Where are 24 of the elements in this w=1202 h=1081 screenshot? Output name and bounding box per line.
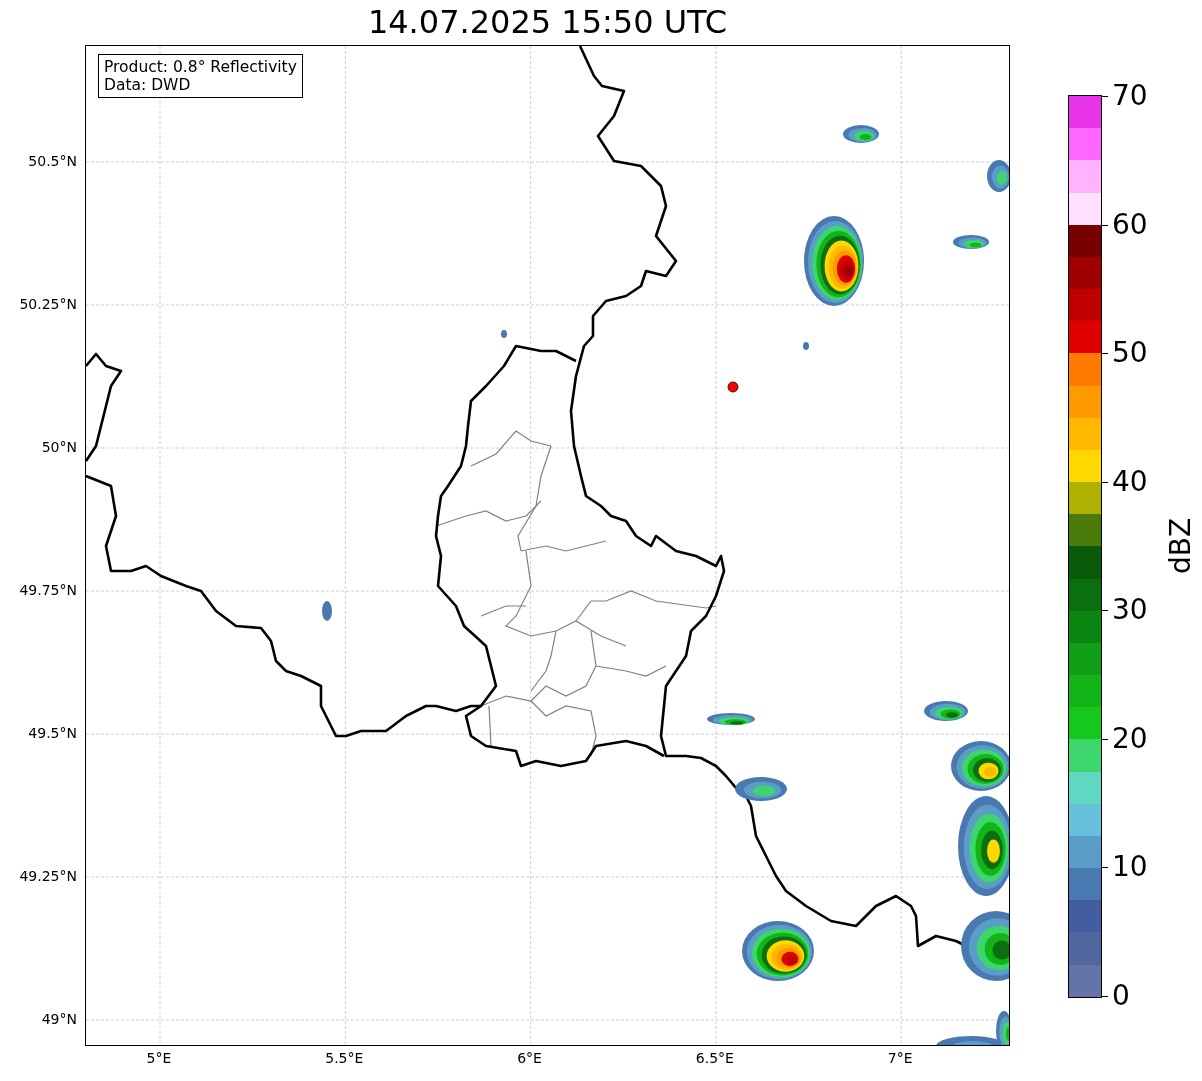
colorbar-tick-label: 40 <box>1112 467 1148 496</box>
colorbar-tick-label: 0 <box>1112 982 1130 1010</box>
colorbar-label: dBZ <box>1163 517 1197 575</box>
axis-tick-label: 5.5°E <box>325 1050 364 1066</box>
colorbar-tick-label: 30 <box>1112 596 1148 625</box>
axis-tick-label: 49°N <box>41 1011 77 1027</box>
axis-tick-label: 6°E <box>517 1050 542 1066</box>
axis-tick-label: 50.5°N <box>28 153 77 169</box>
legend-text: Data: DWD <box>104 76 192 94</box>
colorbar-tick-label: 10 <box>1112 853 1148 882</box>
colorbar-tick-label: 70 <box>1112 82 1148 110</box>
colorbar-tick-label: 60 <box>1112 210 1148 239</box>
axis-tick-label: 49.25°N <box>19 868 77 884</box>
colorbar-tick-label: 20 <box>1112 724 1148 753</box>
axis-tick-label: 49.5°N <box>28 725 77 741</box>
axis-tick-label: 49.75°N <box>19 582 77 598</box>
axis-tick-label: 6.5°E <box>695 1050 734 1066</box>
legend-text: Product: 0.8° Reflectivity <box>104 58 297 76</box>
axis-tick-label: 5°E <box>146 1050 172 1066</box>
axis-tick-label: 50°N <box>41 439 77 455</box>
axis-tick-label: 50.25°N <box>19 296 77 312</box>
colorbar-tick-label: 50 <box>1112 339 1148 368</box>
chart-title: 14.07.2025 15:50 UTC <box>366 2 729 42</box>
axis-tick-label: 7°E <box>887 1050 913 1066</box>
